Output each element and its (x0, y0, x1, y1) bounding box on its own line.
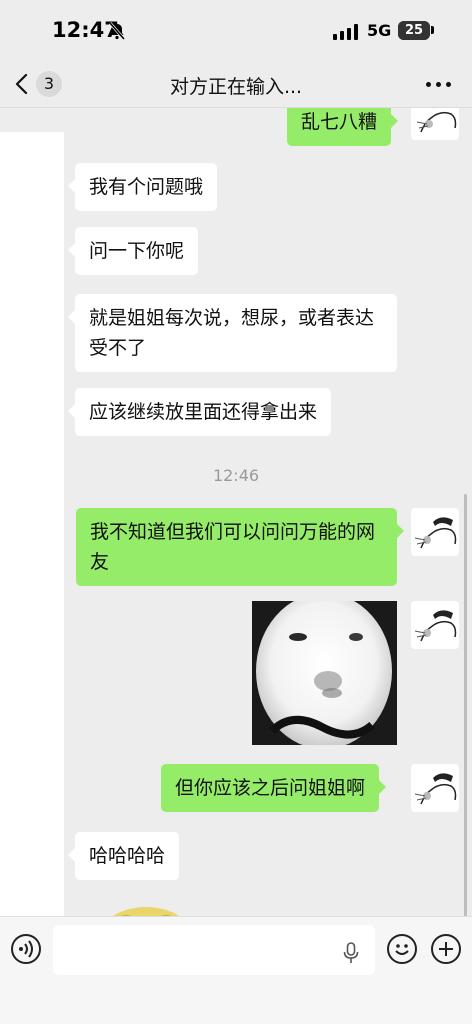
message-bubble-incoming[interactable]: 就是姐姐每次说，想尿，或者表达受不了 (68, 294, 397, 372)
message-bubble-incoming[interactable]: 哈哈哈哈 (67, 832, 180, 880)
mic-icon[interactable] (343, 942, 359, 964)
emoji-button[interactable] (387, 934, 417, 964)
more-icon-dot (446, 82, 451, 87)
sketch-face-avatar-icon (414, 517, 457, 549)
network-label: 5G (367, 21, 392, 40)
emoji-icon (395, 944, 409, 955)
sketch-face-avatar-icon (416, 108, 457, 133)
message-bubble-incoming[interactable]: 问一下你呢 (67, 227, 199, 275)
sketch-face-avatar-icon (414, 773, 457, 805)
avatar-self[interactable] (411, 601, 459, 649)
more-icon-dot (436, 82, 441, 87)
battery-nub (431, 26, 434, 34)
chat-scrollbar[interactable] (464, 494, 467, 916)
message-bubble-outgoing[interactable]: 但你应该之后问姐姐啊 (161, 764, 387, 812)
more-button[interactable] (424, 72, 454, 96)
chat-area[interactable]: 乱七八糟 我有个问题哦 问一下你呢 就是姐姐每次说，想尿，或者表达受不了 应该继… (0, 108, 472, 916)
message-timestamp: 12:46 (212, 466, 260, 485)
input-bar (0, 916, 472, 1024)
yellow-sticker-icon (113, 907, 179, 916)
yellow-sticker-partial[interactable] (96, 904, 196, 916)
avatar-self[interactable] (411, 108, 459, 140)
plus-icon (439, 942, 453, 956)
voice-button[interactable] (11, 934, 41, 964)
meme-face-sticker[interactable] (252, 601, 397, 745)
status-bar: 12:47 5G 25 (0, 0, 472, 60)
signal-icon (333, 24, 358, 40)
nav-bar: 3 对方正在输入... (0, 60, 472, 108)
message-bubble-outgoing[interactable]: 乱七八糟 (287, 108, 399, 146)
message-bubble-incoming[interactable]: 我有个问题哦 (67, 163, 218, 211)
meme-face-sticker-icon (256, 601, 392, 745)
plus-button[interactable] (431, 934, 461, 964)
battery-icon: 25 (398, 21, 430, 40)
battery-level: 25 (404, 23, 424, 38)
message-bubble-outgoing[interactable]: 我不知道但我们可以问问万能的网友 (76, 508, 404, 586)
avatar-self[interactable] (411, 508, 459, 556)
message-input[interactable] (53, 925, 375, 975)
more-icon-dot (426, 82, 431, 87)
bell-muted-icon (108, 22, 126, 40)
sketch-face-avatar-icon (414, 610, 457, 642)
avatar-self[interactable] (411, 764, 459, 812)
voice-icon (19, 940, 33, 958)
left-panel-strip (0, 132, 64, 916)
message-bubble-incoming[interactable]: 应该继续放里面还得拿出来 (67, 388, 332, 436)
chat-title: 对方正在输入... (169, 76, 303, 98)
